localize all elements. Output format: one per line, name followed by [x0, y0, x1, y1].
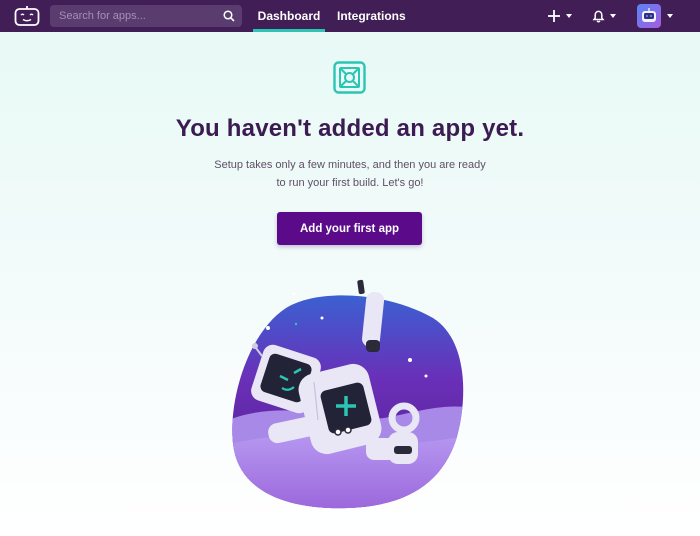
empty-apps-icon	[333, 61, 366, 94]
tab-dashboard[interactable]: Dashboard	[253, 0, 325, 32]
add-menu-chevron-down-icon[interactable]	[566, 14, 572, 18]
plus-icon[interactable]	[547, 9, 561, 23]
tab-dashboard-label: Dashboard	[257, 9, 321, 23]
description-line-1: Setup takes only a few minutes, and then…	[214, 159, 486, 171]
search-icon[interactable]	[223, 10, 235, 22]
bell-icon[interactable]	[592, 9, 605, 23]
account-chevron-down-icon[interactable]	[667, 14, 673, 18]
notifications-chevron-down-icon[interactable]	[610, 14, 616, 18]
tab-integrations[interactable]: Integrations	[337, 0, 406, 32]
page-title: You haven't added an app yet.	[175, 115, 525, 142]
avatar-bot-icon	[642, 8, 656, 22]
user-avatar[interactable]	[637, 4, 661, 28]
page-description: Setup takes only a few minutes, and then…	[200, 156, 500, 192]
top-navigation-bar: Dashboard Integrations	[0, 0, 700, 32]
bitrise-logo-icon[interactable]	[14, 5, 40, 27]
add-first-app-button[interactable]: Add your first app	[277, 212, 422, 245]
search-box	[50, 5, 242, 27]
robot-illustration	[232, 279, 464, 509]
description-line-2: to run your first build. Let's go!	[276, 177, 424, 189]
tab-integrations-label: Integrations	[337, 9, 406, 23]
search-input[interactable]	[50, 9, 221, 23]
